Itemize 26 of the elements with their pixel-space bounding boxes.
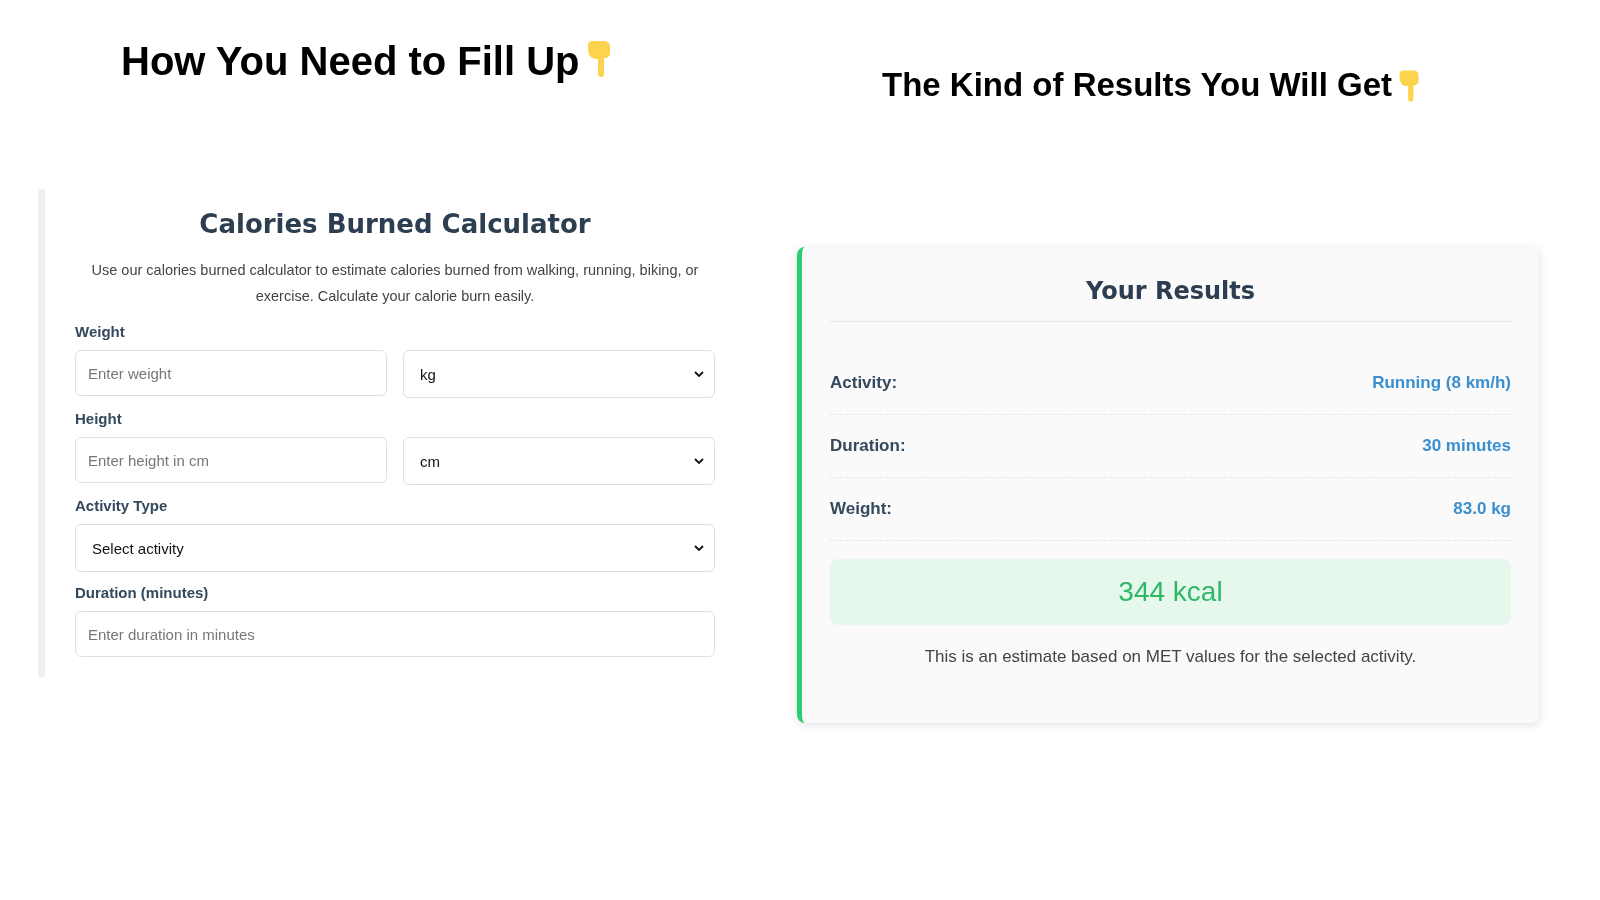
calculator-title: Calories Burned Calculator [198, 209, 592, 239]
chevron-down-icon [694, 371, 704, 377]
input-field[interactable]: Enter weight [75, 350, 387, 396]
input-field[interactable]: Enter height in cm [75, 437, 387, 483]
result-value: 30 minutes [1422, 436, 1511, 456]
result-label: Weight: [830, 499, 892, 519]
unit-select[interactable]: kg [403, 350, 715, 398]
unit-select[interactable]: cm [403, 437, 715, 485]
input-field[interactable]: Enter duration in minutes [75, 611, 715, 657]
page-heading: How You Need to Fill Up [121, 39, 580, 84]
chevron-down-icon [694, 545, 704, 551]
chevron-down-icon [694, 458, 704, 464]
field-label: Duration (minutes) [75, 584, 210, 601]
result-value: 83.0 kg [1453, 499, 1511, 519]
result-value: Running (8 km/h) [1372, 373, 1511, 393]
result-label: Activity: [830, 373, 898, 393]
calorie-total: 344 kcal [830, 559, 1511, 625]
activity-select[interactable]: Select activity [75, 524, 715, 572]
field-label: Weight [75, 323, 126, 340]
result-label: Duration: [830, 436, 906, 456]
description-text: Use our calories burned calculator to estimate calories burned from walking, running, biking, or exercise. Calculate your calorie burn easily. [90, 261, 700, 306]
results-title: Your Results [830, 277, 1511, 322]
field-label: Activity Type [75, 497, 169, 514]
page-heading: The Kind of Results You Will Get [882, 66, 1392, 104]
field-label: Height [75, 410, 123, 427]
note-text: This is an estimate based on MET values for the selected activity. [923, 647, 1418, 667]
